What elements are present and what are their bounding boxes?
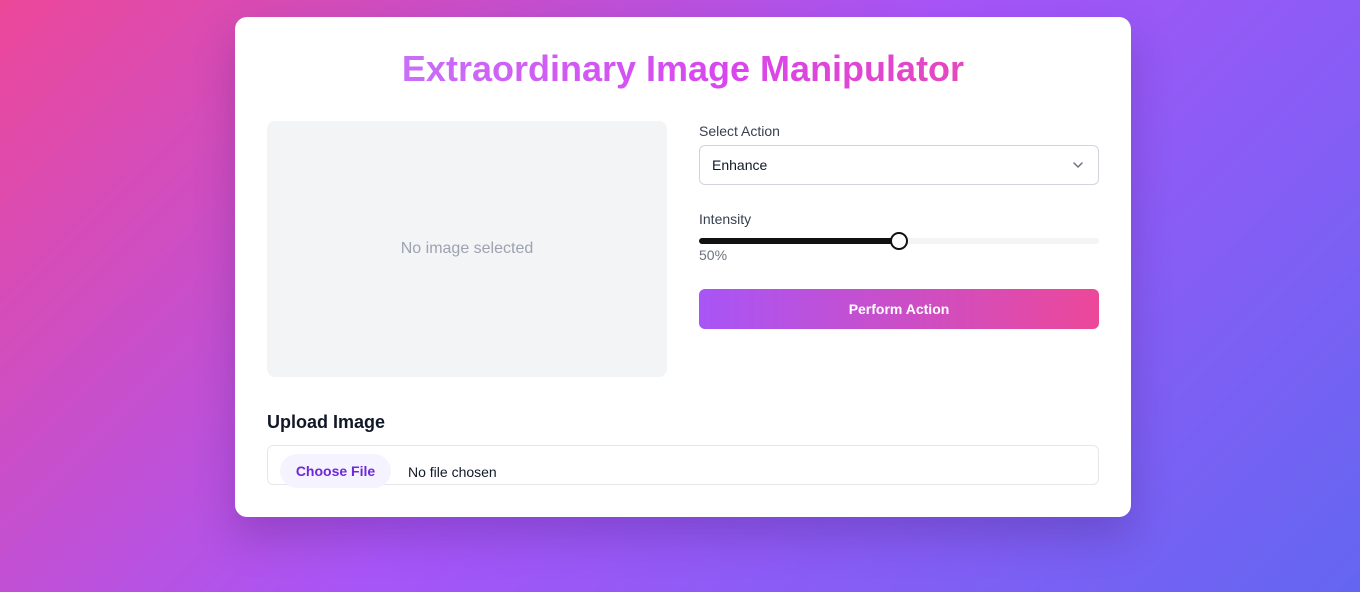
file-input[interactable]: Choose File No file chosen xyxy=(267,445,1099,488)
perform-action-button[interactable]: Perform Action xyxy=(699,289,1099,329)
file-status: No file chosen xyxy=(408,464,497,480)
slider-thumb[interactable] xyxy=(890,232,908,250)
image-preview: No image selected xyxy=(267,121,667,377)
manipulator-card: Extraordinary Image Manipulator No image… xyxy=(235,17,1131,517)
chevron-down-icon xyxy=(1073,162,1083,168)
intensity-label: Intensity xyxy=(699,211,752,227)
select-action-label: Select Action xyxy=(699,123,780,139)
choose-file-button[interactable]: Choose File xyxy=(280,454,391,488)
page-title: Extraordinary Image Manipulator xyxy=(235,47,1131,91)
slider-fill xyxy=(699,238,899,244)
action-select[interactable]: Enhance xyxy=(699,145,1099,185)
preview-placeholder: No image selected xyxy=(400,240,534,257)
intensity-slider[interactable] xyxy=(699,232,1099,250)
intensity-value: 50% xyxy=(699,247,728,263)
action-select-value: Enhance xyxy=(712,157,768,173)
upload-title: Upload Image xyxy=(267,412,386,432)
